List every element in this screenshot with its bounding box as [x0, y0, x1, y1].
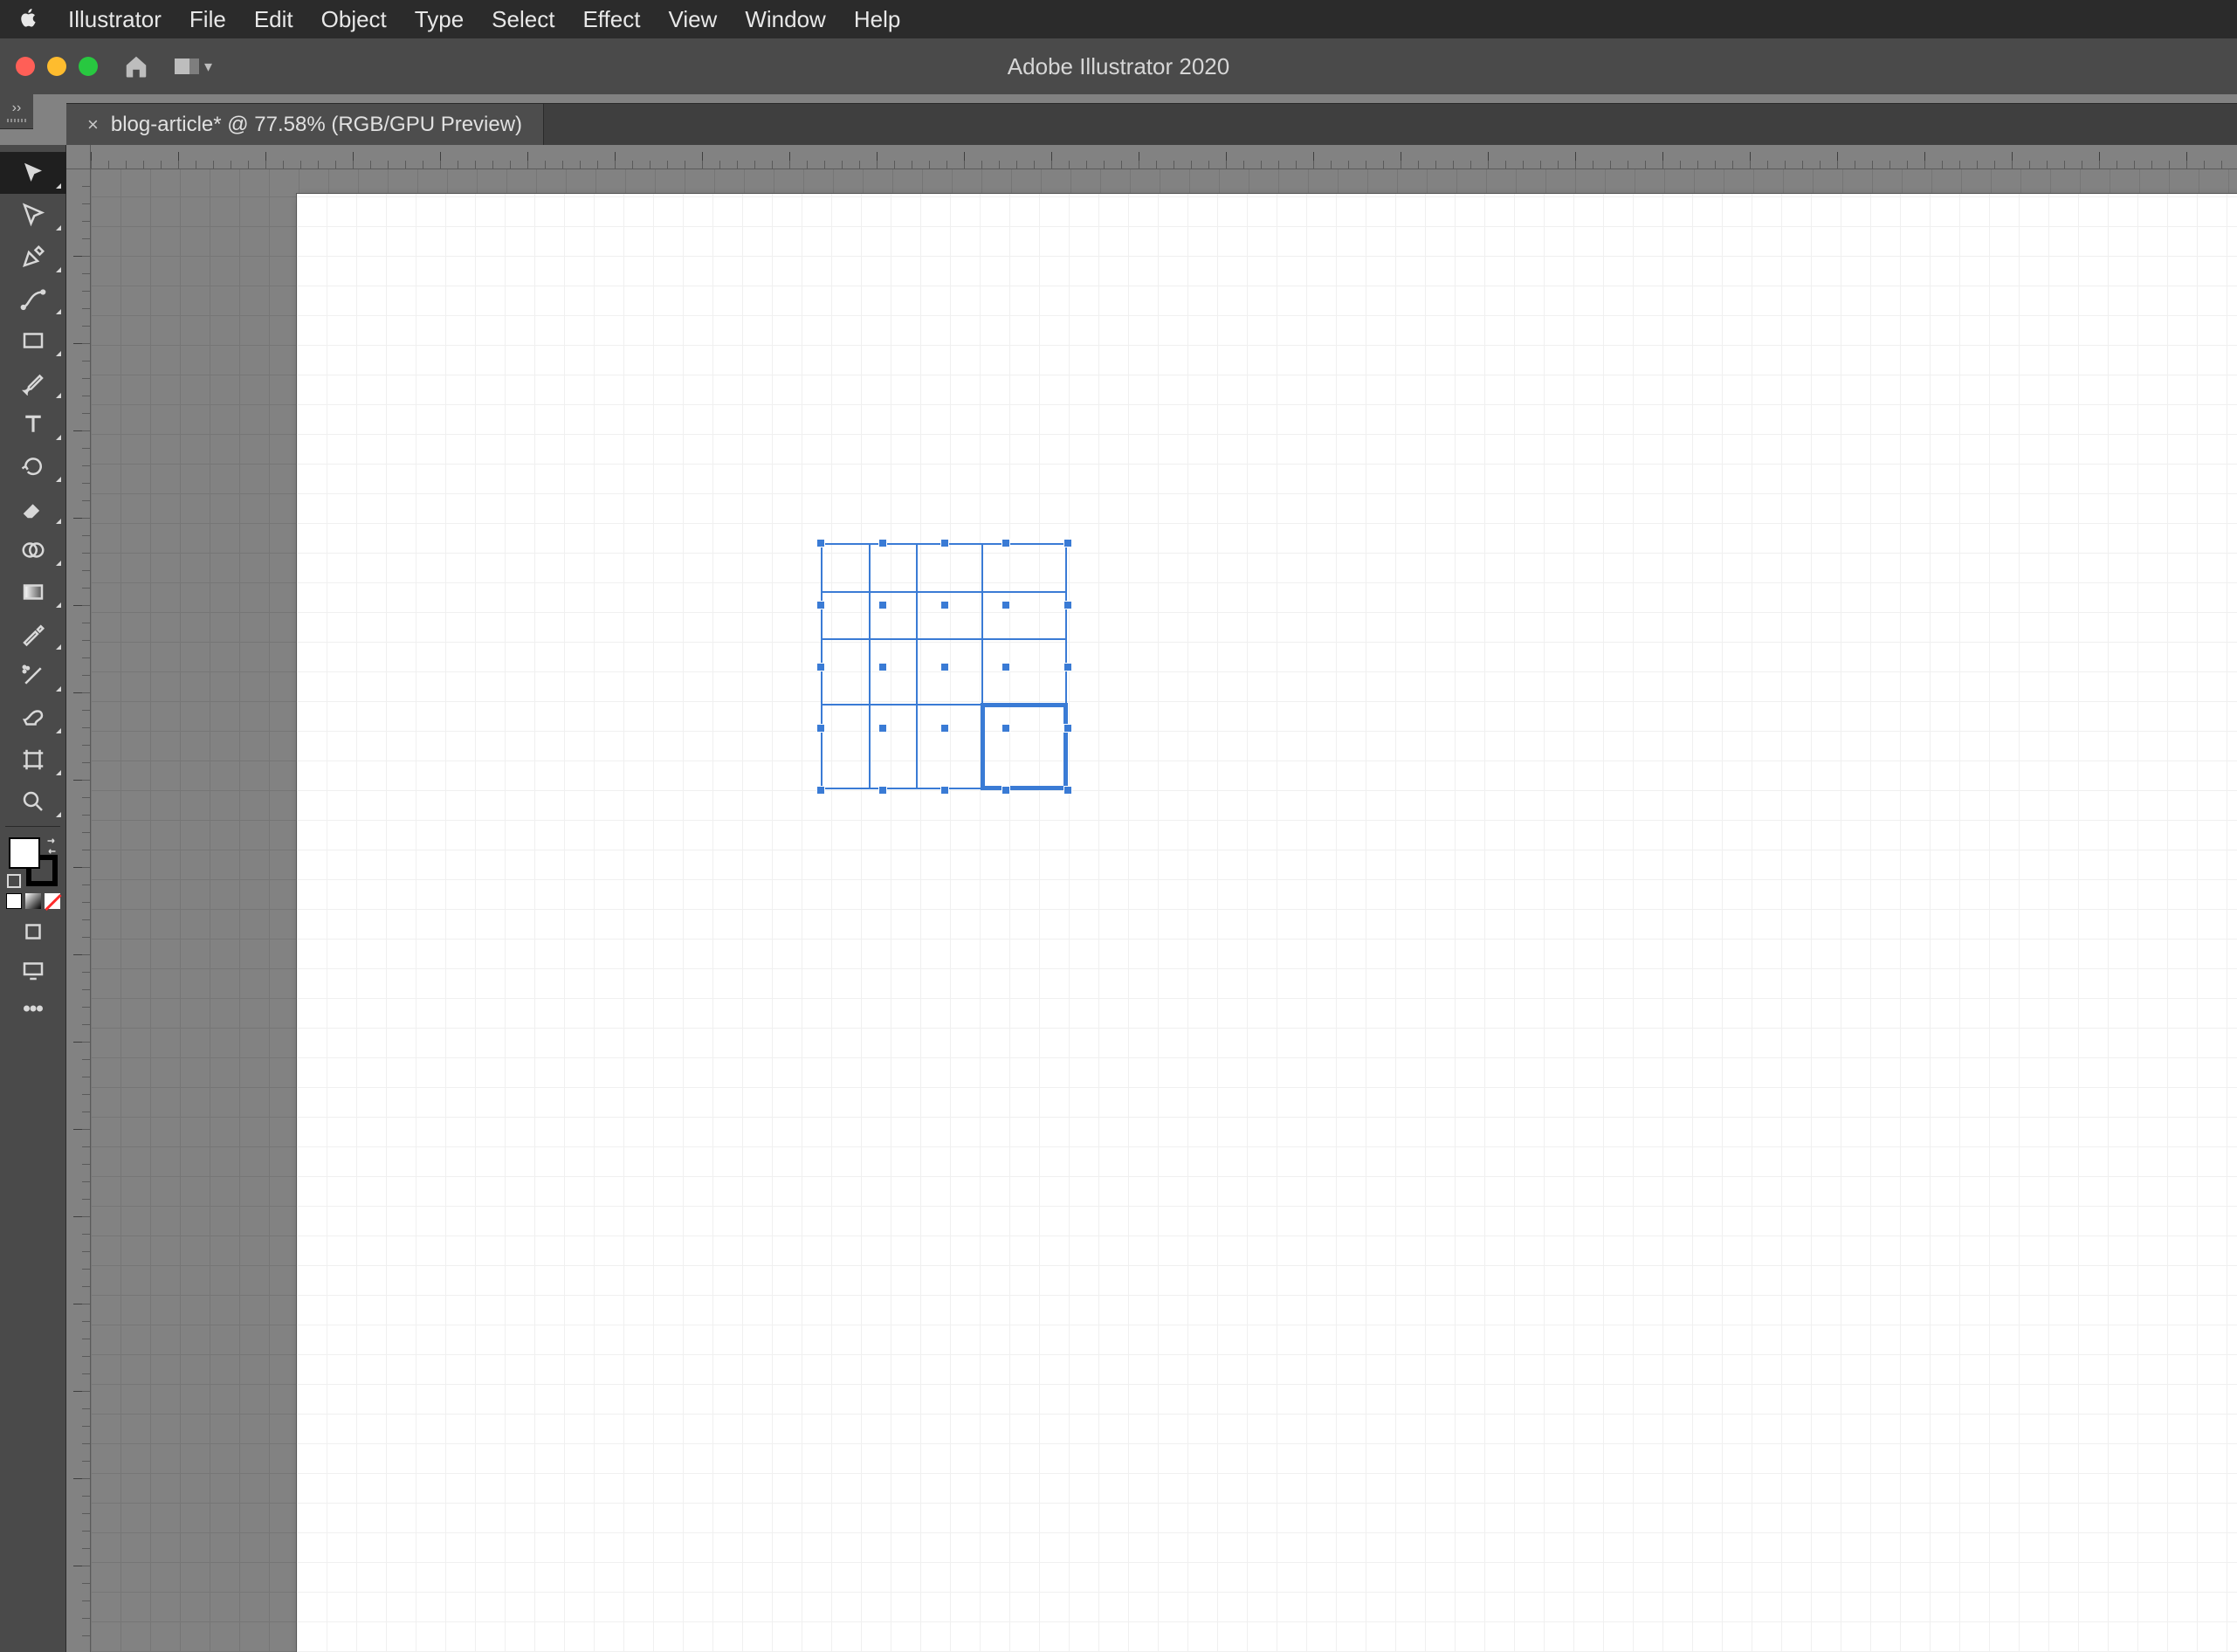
direct-selection-tool[interactable] [0, 194, 66, 236]
artboard[interactable] [297, 194, 2237, 1652]
window-close-button[interactable] [16, 57, 35, 76]
swap-fill-stroke-icon[interactable] [44, 836, 59, 851]
gradient-tool[interactable] [0, 571, 66, 613]
canvas-pasteboard[interactable] [91, 169, 2237, 1652]
chevron-down-icon: ▾ [204, 58, 212, 76]
menu-object[interactable]: Object [321, 6, 387, 33]
eyedropper-tool[interactable] [0, 613, 66, 655]
artboard-tool[interactable] [0, 739, 66, 781]
color-mode-row [0, 893, 65, 909]
color-mode-solid[interactable] [6, 893, 22, 909]
toolbox [0, 145, 66, 1652]
vertical-ruler[interactable] [66, 169, 91, 1652]
close-tab-icon[interactable]: × [87, 115, 99, 134]
menu-edit[interactable]: Edit [254, 6, 293, 33]
symbol-sprayer-tool[interactable] [0, 655, 66, 697]
live-paint-tool[interactable] [0, 697, 66, 739]
draw-mode-normal[interactable] [0, 912, 66, 951]
rectangle-tool[interactable] [0, 320, 66, 361]
document-tabbar: × blog-article* @ 77.58% (RGB/GPU Previe… [66, 103, 2237, 145]
menu-effect[interactable]: Effect [582, 6, 640, 33]
edit-toolbar[interactable] [0, 989, 66, 1028]
color-mode-none[interactable] [45, 893, 60, 909]
window-controls [16, 57, 98, 76]
document-tab-label: blog-article* @ 77.58% (RGB/GPU Preview) [111, 113, 522, 137]
menu-view[interactable]: View [668, 6, 717, 33]
selection-tool[interactable] [0, 152, 66, 194]
eraser-tool[interactable] [0, 487, 66, 529]
window-minimize-button[interactable] [47, 57, 66, 76]
curvature-tool[interactable] [0, 278, 66, 320]
fill-swatch[interactable] [9, 837, 40, 869]
fill-stroke-control[interactable] [7, 836, 59, 888]
home-button[interactable] [119, 49, 154, 84]
pen-tool[interactable] [0, 236, 66, 278]
toolbox-divider [5, 826, 60, 827]
rotate-tool[interactable] [0, 445, 66, 487]
document-tab[interactable]: × blog-article* @ 77.58% (RGB/GPU Previe… [66, 104, 544, 145]
drag-grip-icon [7, 119, 26, 122]
zoom-tool[interactable] [0, 781, 66, 823]
apple-logo-icon[interactable] [17, 6, 40, 33]
menu-select[interactable]: Select [492, 6, 554, 33]
type-tool[interactable] [0, 403, 66, 445]
menu-file[interactable]: File [189, 6, 226, 33]
menu-window[interactable]: Window [745, 6, 825, 33]
color-mode-gradient[interactable] [25, 893, 41, 909]
horizontal-ruler[interactable] [66, 145, 2237, 169]
workspace-switcher[interactable]: ▾ [175, 58, 212, 76]
shape-builder-tool[interactable] [0, 529, 66, 571]
expand-panels-handle[interactable]: ›› [0, 94, 33, 129]
menu-type[interactable]: Type [415, 6, 464, 33]
app-title: Adobe Illustrator 2020 [1008, 53, 1229, 80]
default-fill-stroke-icon[interactable] [7, 874, 21, 888]
menu-help[interactable]: Help [854, 6, 900, 33]
paintbrush-tool[interactable] [0, 361, 66, 403]
workspace-icon [175, 59, 199, 74]
ruler-origin-corner[interactable] [66, 145, 91, 169]
expand-arrows-icon: ›› [12, 101, 22, 115]
screen-mode[interactable] [0, 951, 66, 989]
mac-menubar: Illustrator File Edit Object Type Select… [0, 0, 2237, 38]
selected-rectangular-grid[interactable] [821, 543, 1068, 790]
app-titlebar: ▾ Adobe Illustrator 2020 [0, 38, 2237, 94]
window-zoom-button[interactable] [79, 57, 98, 76]
menu-app-name[interactable]: Illustrator [68, 6, 162, 33]
